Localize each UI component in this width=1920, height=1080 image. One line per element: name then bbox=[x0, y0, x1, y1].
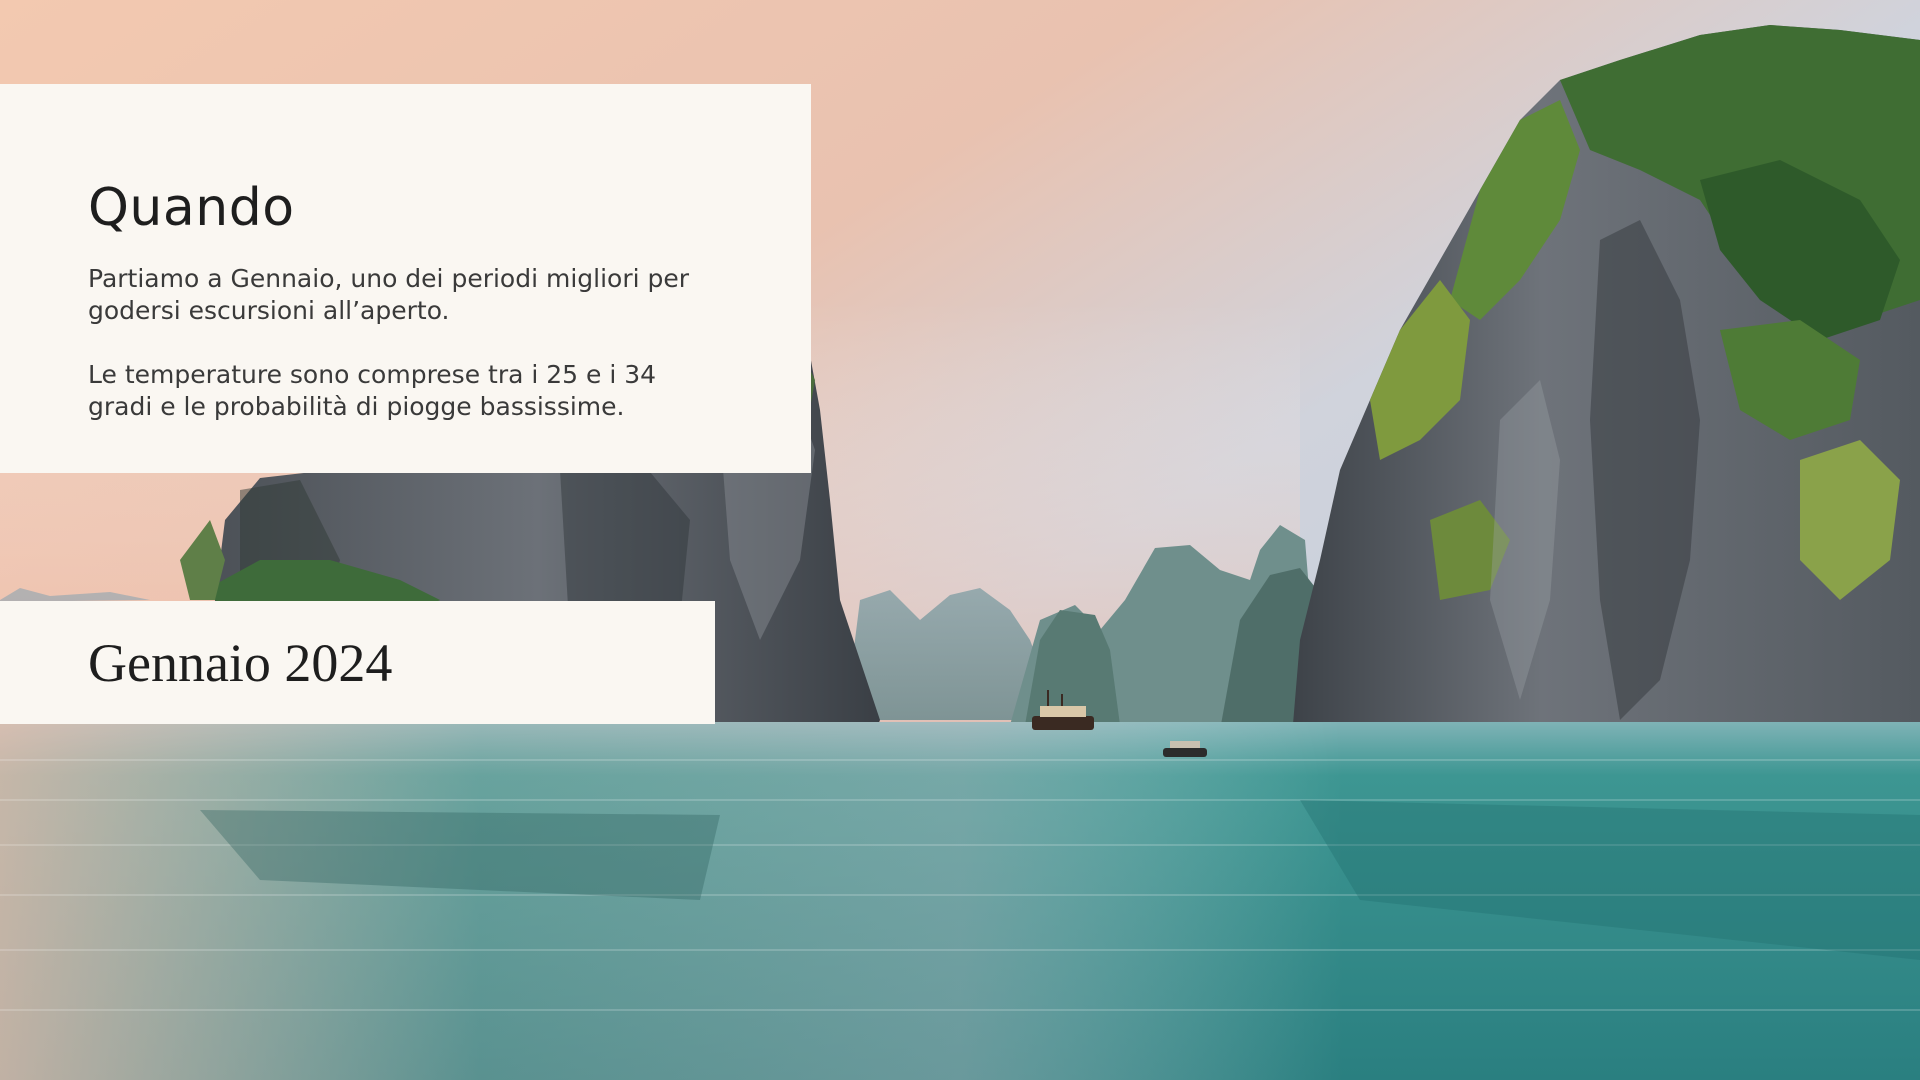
description: Partiamo a Gennaio, uno dei periodi migl… bbox=[88, 263, 708, 423]
slide: Quando Partiamo a Gennaio, uno dei perio… bbox=[0, 0, 1920, 1080]
slide-title: Quando bbox=[88, 178, 295, 238]
date-label: Gennaio 2024 bbox=[88, 632, 393, 693]
info-card: Quando Partiamo a Gennaio, uno dei perio… bbox=[0, 84, 811, 473]
description-paragraph-1: Partiamo a Gennaio, uno dei periodi migl… bbox=[88, 264, 690, 326]
description-paragraph-2: Le temperature sono comprese tra i 25 e … bbox=[88, 360, 657, 422]
date-card: Gennaio 2024 bbox=[0, 601, 715, 724]
